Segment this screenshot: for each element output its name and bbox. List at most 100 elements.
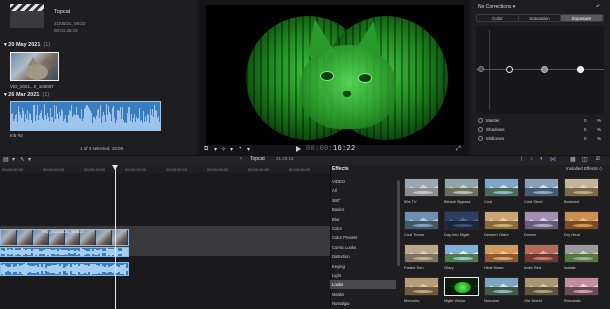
effect-thumbnail-cell[interactable]: Heat Wave — [484, 244, 519, 270]
dropdown-chevron-icon[interactable]: ▾ — [28, 156, 31, 163]
playhead-handle[interactable] — [112, 165, 118, 170]
effects-category-item[interactable]: 360° — [330, 196, 396, 205]
global-puck[interactable] — [478, 66, 484, 72]
effects-category-item[interactable]: Distortion — [330, 252, 396, 261]
effect-preview-image[interactable] — [444, 277, 479, 296]
effect-thumbnail-cell[interactable]: Cold Steel — [524, 178, 559, 204]
speed-icon[interactable]: ◔ — [238, 146, 242, 152]
effect-thumbnail-cell[interactable]: Dry Heat — [564, 211, 599, 237]
effect-thumbnail-cell[interactable]: Faded Sun — [404, 244, 439, 270]
shadows-dot-icon[interactable] — [478, 127, 483, 132]
reset-arrow-icon[interactable]: ↶ — [596, 4, 600, 10]
effects-category-item[interactable]: Color — [330, 224, 396, 233]
shadows-puck[interactable] — [506, 66, 513, 73]
installed-effects-menu[interactable]: Installed Effects ◇ — [566, 166, 602, 172]
effect-preview-image[interactable] — [564, 277, 599, 296]
event-title[interactable]: Topcat — [54, 9, 70, 15]
dropdown-chevron-icon[interactable]: ▾ — [12, 156, 15, 163]
effects-browser-icon[interactable]: ◫ — [582, 156, 588, 163]
midtones-value[interactable]: 0 — [584, 136, 587, 141]
effect-preview-image[interactable] — [524, 244, 559, 263]
effect-preview-image[interactable] — [404, 178, 439, 197]
effect-thumbnail-cell[interactable]: 50s TV — [404, 178, 439, 204]
back-arrow-icon[interactable]: ‹ — [240, 156, 242, 162]
tab-color[interactable]: Color — [477, 15, 519, 21]
effects-category-item[interactable]: Looks — [330, 280, 396, 290]
effect-preview-image[interactable] — [444, 244, 479, 263]
midtones-dot-icon[interactable] — [478, 136, 483, 141]
category-scrollbar[interactable] — [397, 180, 400, 266]
effect-preview-image[interactable] — [404, 277, 439, 296]
dropdown-chevron-icon[interactable]: ▾ — [214, 146, 217, 153]
effect-thumbnail-cell[interactable]: Cool — [484, 178, 519, 204]
date-section-header[interactable]: ▾ 26 Mar 2021 (1) — [4, 92, 49, 98]
effect-preview-image[interactable] — [524, 178, 559, 197]
dropdown-chevron-icon[interactable]: ▾ — [247, 146, 250, 153]
timeline-audio-waveform[interactable] — [0, 247, 129, 257]
effect-preview-image[interactable] — [444, 211, 479, 230]
select-tool-icon[interactable]: ↖ — [20, 156, 25, 163]
effects-category-item[interactable]: Masks — [330, 290, 396, 299]
enhance-wand-icon[interactable]: ✧ — [221, 146, 226, 153]
effect-thumbnail-cell[interactable]: Nonoem — [484, 277, 519, 303]
play-icon[interactable] — [296, 146, 301, 152]
snapping-icon[interactable]: ⋈ — [550, 156, 556, 163]
effect-thumbnail-cell[interactable]: Cool Tones — [404, 211, 439, 237]
index-icon[interactable]: ▤ — [3, 156, 9, 163]
effect-thumbnail-cell[interactable]: Day into Night — [444, 211, 479, 237]
effects-category-item[interactable]: All — [330, 186, 396, 195]
effect-preview-image[interactable] — [404, 244, 439, 263]
effects-category-item[interactable]: VIDEO — [330, 177, 396, 186]
transitions-browser-icon[interactable]: ⧄ — [596, 156, 600, 163]
solo-icon[interactable]: ◐ — [540, 156, 544, 162]
effect-thumbnail-cell[interactable]: Isolate — [564, 244, 599, 270]
effect-preview-image[interactable] — [484, 244, 519, 263]
tab-saturation[interactable]: Saturation — [519, 15, 561, 21]
effects-category-item[interactable]: Color Presets — [330, 233, 396, 242]
effect-preview-image[interactable] — [564, 244, 599, 263]
effect-preview-image[interactable] — [524, 277, 559, 296]
effect-thumbnail-cell[interactable]: Dream — [524, 211, 559, 237]
effects-category-item[interactable]: Comic Looks — [330, 243, 396, 252]
effect-preview-image[interactable] — [444, 178, 479, 197]
effects-category-item[interactable]: Basics — [330, 205, 396, 214]
effects-category-item[interactable]: Blur — [330, 215, 396, 224]
effect-preview-image[interactable] — [404, 211, 439, 230]
playhead[interactable] — [115, 165, 116, 309]
effect-thumbnail-cell[interactable]: Bombed — [564, 178, 599, 204]
effect-preview-image[interactable] — [564, 178, 599, 197]
effect-preview-image[interactable] — [564, 211, 599, 230]
dropdown-chevron-icon[interactable]: ▾ — [230, 146, 233, 153]
effect-thumbnail-cell[interactable]: Indie Red — [524, 244, 559, 270]
audio-skimming-icon[interactable]: ♪ — [530, 156, 533, 162]
midtones-puck[interactable] — [541, 66, 548, 73]
date-section-header[interactable]: ▾ 20 May 2021 (1) — [4, 42, 50, 48]
tab-exposure[interactable]: Exposure — [561, 15, 603, 21]
clip-appearance-icon[interactable]: ▦ — [570, 156, 576, 163]
effect-thumbnail-cell[interactable]: Glory — [444, 244, 479, 270]
color-correction-menu[interactable]: No Corrections ▾ — [478, 4, 515, 10]
project-title[interactable]: Topcat — [250, 156, 265, 162]
effect-thumbnail-cell[interactable]: Bleach Bypass — [444, 178, 479, 204]
transform-icon[interactable]: ⧉ — [204, 146, 208, 153]
timeline-audio-clip[interactable] — [0, 262, 129, 276]
effect-thumbnail-cell[interactable]: Night Vision — [444, 277, 479, 303]
effects-category-item[interactable]: Nostalgia — [330, 299, 396, 308]
effect-thumbnail-cell[interactable]: Old World — [524, 277, 559, 303]
skimming-icon[interactable]: ⌇ — [520, 156, 523, 163]
highlights-puck[interactable] — [577, 66, 584, 73]
video-clip-thumbnail[interactable] — [10, 52, 59, 81]
fullscreen-icon[interactable]: ⤢ — [456, 146, 461, 153]
viewer-video-frame[interactable] — [206, 5, 464, 145]
master-dot-icon[interactable] — [478, 118, 483, 123]
effect-preview-image[interactable] — [484, 277, 519, 296]
effects-category-item[interactable]: Light — [330, 271, 396, 280]
effect-thumbnail-cell[interactable]: Dessert Glare — [484, 211, 519, 237]
effect-preview-image[interactable] — [484, 211, 519, 230]
effect-thumbnail-cell[interactable]: Memoirs — [404, 277, 439, 303]
effect-preview-image[interactable] — [524, 211, 559, 230]
shadows-value[interactable]: 0 — [584, 127, 587, 132]
effects-category-item[interactable]: Keying — [330, 262, 396, 271]
master-value[interactable]: 0 — [584, 118, 587, 123]
effect-thumbnail-cell[interactable]: Romantic — [564, 277, 599, 303]
